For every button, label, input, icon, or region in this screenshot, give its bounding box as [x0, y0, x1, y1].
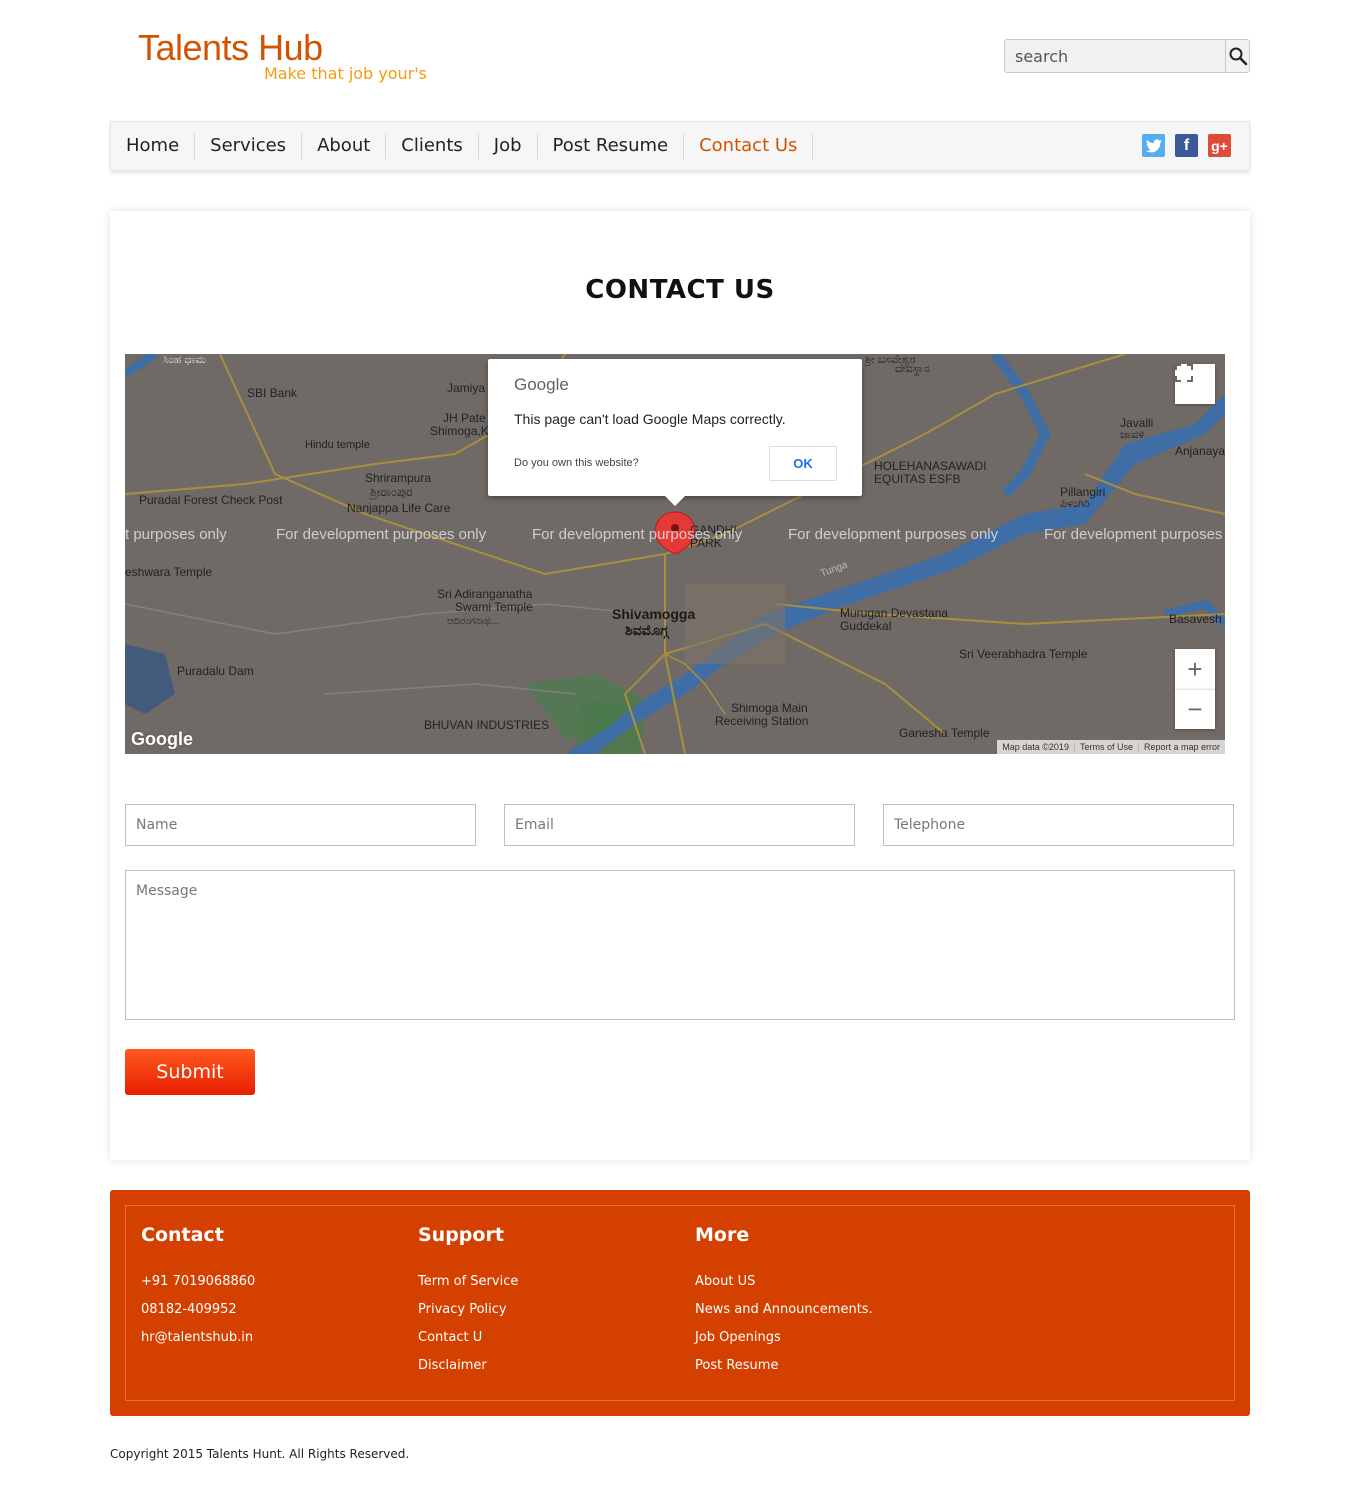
map-label-hindu: Hindu temple [305, 439, 370, 451]
copyright: Copyright 2015 Talents Hunt. All Rights … [110, 1447, 410, 1461]
nav-about[interactable]: About [302, 133, 387, 159]
map-label-shimoga-main: Shimoga Main [731, 701, 808, 715]
dialog-own-site-link[interactable]: Do you own this website? [514, 457, 639, 469]
name-field[interactable] [125, 804, 476, 846]
dialog-google-brand: Google [514, 375, 569, 394]
map-label-anjanaya: Anjanaya [1175, 444, 1225, 458]
map-label-javalli: Javalli [1120, 416, 1154, 430]
map-watermark: t purposes only [125, 526, 227, 543]
search-button[interactable] [1225, 40, 1249, 72]
map-label-pillangiri-kn: ಪಿಳಂಗಿರಿ [1060, 498, 1090, 510]
nav-job[interactable]: Job [479, 133, 538, 159]
map-watermark: For development purposes only [276, 526, 487, 543]
map-zoom-out-button[interactable]: − [1175, 689, 1215, 729]
page-title: CONTACT US [585, 275, 775, 305]
nav-contact-us[interactable]: Contact Us [684, 133, 814, 159]
map-label-simha: ಸಿಂಹ ಧಾಮ [163, 354, 206, 366]
map-label-swami: Swami Temple [455, 600, 533, 614]
footer-link-news[interactable]: News and Announcements. [695, 1302, 873, 1317]
footer-more-title: More [695, 1224, 750, 1246]
fullscreen-icon [1175, 364, 1193, 382]
site-logo[interactable]: Talents Hub Make that job your's [138, 27, 427, 84]
footer-link-disclaimer[interactable]: Disclaimer [418, 1358, 487, 1373]
map-label-basavesh: Basavesh [1169, 612, 1222, 626]
map-label-jh: JH Pate [443, 411, 486, 425]
footer-contact: Contact +91 7019068860 08182-409952 hr@t… [141, 1224, 255, 1352]
email-field[interactable] [504, 804, 855, 846]
dialog-ok-button[interactable]: OK [769, 446, 837, 481]
search-box [1004, 39, 1250, 73]
map-label-murugan: Murugan Devastana [840, 606, 949, 620]
map-label-veerabhadra: Sri Veerabhadra Temple [959, 647, 1088, 661]
footer-link-privacy[interactable]: Privacy Policy [418, 1302, 507, 1317]
map-label-devasthana-kn: ದೇವಸ್ಥಾನ [895, 363, 930, 375]
nav-post-resume[interactable]: Post Resume [538, 133, 685, 159]
map-label-equitas: EQUITAS ESFB [874, 472, 961, 486]
contact-card: CONTACT US ಸಿಂಹ ಧಾಮ SBI Bank Jamiya Ma J… [110, 211, 1250, 1160]
logo-tagline: Make that job your's [264, 64, 427, 83]
map-label-pillangiri: Pillangiri [1060, 485, 1106, 499]
report-map-error-link[interactable]: Report a map error [1137, 742, 1225, 752]
maps-error-dialog: Google This page can't load Google Maps … [488, 359, 862, 506]
search-icon [1229, 47, 1247, 66]
map-label-shivamogga-kn: ಶಿವಮೊಗ್ಗ [625, 622, 669, 638]
footer-link-contact[interactable]: Contact U [418, 1330, 482, 1345]
facebook-icon[interactable]: f [1175, 134, 1198, 157]
google-plus-icon[interactable]: g+ [1208, 134, 1231, 157]
map-label-adiranganatha: Sri Adiranganatha [437, 587, 533, 601]
map-label-sbi: SBI Bank [247, 386, 298, 400]
map-label-bhuvan: BHUVAN INDUSTRIES [424, 718, 550, 732]
terms-of-use-link[interactable]: Terms of Use [1073, 742, 1138, 752]
map-label-javalli-kn: ಜಾವಳಿ [1120, 429, 1145, 441]
map-watermark: For development purposes only [788, 526, 999, 543]
map-fullscreen-button[interactable] [1175, 364, 1215, 404]
footer-link-about[interactable]: About US [695, 1274, 755, 1289]
map-label-receiving: Receiving Station [715, 714, 809, 728]
submit-button[interactable]: Submit [125, 1049, 255, 1095]
telephone-field[interactable] [883, 804, 1234, 846]
footer-support: Support Term of Service Privacy Policy C… [418, 1224, 518, 1380]
footer-email: hr@talentshub.in [141, 1330, 254, 1345]
map-label-holehanasawadi: HOLEHANASAWADI [874, 459, 987, 473]
map-label-adiranganatha-kn: ಆದಿರಂಗನಾಥ... [447, 616, 500, 627]
nav-home[interactable]: Home [111, 133, 196, 159]
google-logo[interactable]: Google [131, 729, 193, 750]
footer-more: More About US News and Announcements. Jo… [695, 1224, 873, 1380]
footer-phone-2: 08182-409952 [141, 1302, 237, 1317]
map-label-najappa: Nanjappa Life Care [347, 501, 451, 515]
map-label-ganesha: Ganesha Temple [899, 726, 990, 740]
search-input[interactable] [1005, 40, 1225, 72]
map-label-shrirampura-kn: ಶ್ರೀರಾಂಪುರ [370, 485, 413, 499]
footer-support-title: Support [418, 1224, 504, 1246]
map-zoom-in-button[interactable]: + [1175, 649, 1215, 689]
map-label-eshwara: eshwara Temple [125, 565, 213, 579]
map-label-shrirampura: Shrirampura [365, 471, 432, 485]
map-watermark: For development purposes only [532, 526, 743, 543]
footer-contact-title: Contact [141, 1224, 224, 1246]
footer-phone-1: +91 7019068860 [141, 1274, 256, 1289]
map-data-label: Map data ©2019 [1002, 742, 1069, 752]
site-footer: Contact +91 7019068860 08182-409952 hr@t… [110, 1190, 1250, 1416]
footer-inner: Contact +91 7019068860 08182-409952 hr@t… [125, 1205, 1235, 1401]
footer-link-post-resume[interactable]: Post Resume [695, 1358, 778, 1373]
nav-clients[interactable]: Clients [386, 133, 479, 159]
map-attribution: Map data ©2019 Terms of Use Report a map… [997, 740, 1225, 754]
map-label-puradalu: Puradalu Dam [177, 664, 254, 678]
twitter-icon[interactable] [1142, 134, 1165, 157]
message-field[interactable] [125, 870, 1235, 1020]
map-label-puradal: Puradal Forest Check Post [139, 493, 283, 507]
nav-services[interactable]: Services [195, 133, 303, 159]
main-nav: Home Services About Clients Job Post Res… [110, 121, 1250, 171]
footer-link-job-openings[interactable]: Job Openings [695, 1330, 781, 1345]
logo-title: Talents Hub [138, 27, 323, 68]
dialog-message: This page can't load Google Maps correct… [514, 411, 786, 427]
map-label-shivamogga: Shivamogga [612, 606, 696, 622]
footer-link-terms[interactable]: Term of Service [418, 1274, 518, 1289]
map-watermark: For development purposes [1044, 526, 1223, 543]
social-links: f g+ [1142, 134, 1231, 157]
map-label-guddekal: Guddekal [840, 619, 892, 633]
map-label-shimoga-k: Shimoga,K [430, 424, 489, 438]
google-map[interactable]: ಸಿಂಹ ಧಾಮ SBI Bank Jamiya Ma JH Pate Shim… [125, 354, 1225, 754]
